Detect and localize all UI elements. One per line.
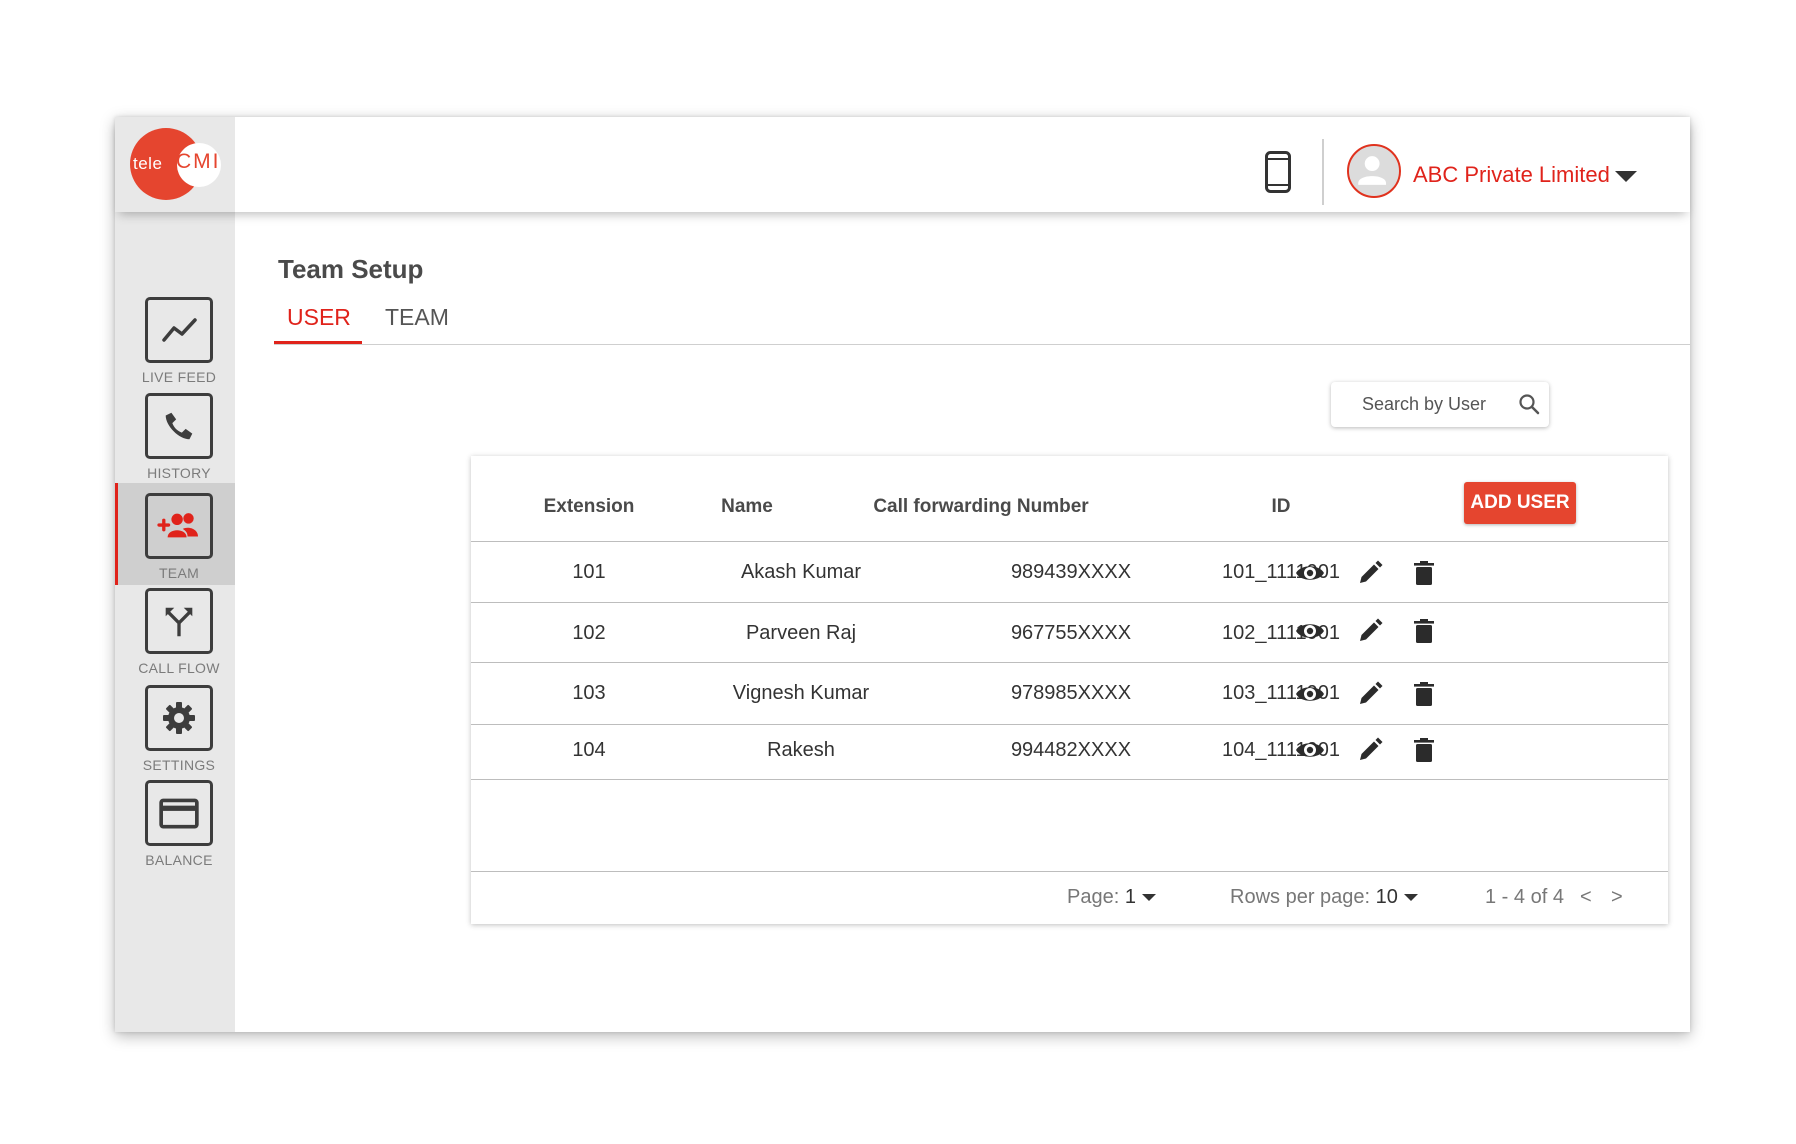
sidebar: LIVE FEED HISTORY TEAM CALL FLOW SETTING…	[115, 212, 235, 1032]
cell-extension: 101	[572, 561, 606, 583]
row-divider	[471, 779, 1668, 780]
cell-id: 101_1111901	[1222, 561, 1340, 583]
column-header-extension: Extension	[543, 496, 635, 517]
edit-icon[interactable]	[1355, 558, 1385, 588]
cell-id: 102_1111901	[1222, 622, 1340, 644]
tab-team[interactable]: TEAM	[385, 304, 449, 331]
header-divider	[1322, 139, 1324, 205]
logo-text-cmi: CMI	[176, 150, 221, 173]
add-group-icon	[145, 493, 213, 559]
phone-icon	[145, 393, 213, 459]
sidebar-item-call-flow[interactable]: CALL FLOW	[115, 588, 235, 690]
chevron-down-icon[interactable]	[1615, 171, 1637, 182]
view-icon[interactable]	[1295, 558, 1325, 588]
table-row: 102 Parveen Raj 967755XXXX 102_1111901	[471, 603, 1668, 663]
app-window: tele CMI ABC Private Limited LIVE FEED H…	[115, 117, 1690, 1032]
add-user-button[interactable]: ADD USER	[1464, 482, 1576, 524]
split-arrow-icon	[145, 588, 213, 654]
cell-forwarding-number: 978985XXXX	[1010, 682, 1132, 704]
logo-area: tele CMI	[115, 117, 235, 212]
cell-forwarding-number: 994482XXXX	[1010, 739, 1132, 761]
sidebar-item-settings[interactable]: SETTINGS	[115, 685, 235, 787]
cell-forwarding-number: 967755XXXX	[1010, 622, 1132, 644]
search-icon[interactable]	[1518, 393, 1540, 415]
pagination-range: 1 - 4 of 4	[1485, 886, 1564, 908]
cell-name: Parveen Raj	[745, 622, 857, 644]
cell-id: 104_1111901	[1222, 739, 1340, 761]
delete-icon[interactable]	[1409, 616, 1439, 646]
sidebar-item-label: SETTINGS	[142, 757, 216, 773]
column-header-id: ID	[1271, 496, 1291, 517]
trend-chart-icon	[145, 297, 213, 363]
view-icon[interactable]	[1295, 735, 1325, 765]
gear-icon	[145, 685, 213, 751]
delete-icon[interactable]	[1409, 558, 1439, 588]
cell-forwarding-number: 989439XXXX	[1010, 561, 1132, 583]
sidebar-item-label: LIVE FEED	[141, 369, 217, 385]
sidebar-item-history[interactable]: HISTORY	[115, 393, 235, 495]
edit-icon[interactable]	[1355, 735, 1385, 765]
cell-name: Rakesh	[767, 739, 835, 761]
tab-user[interactable]: USER	[287, 304, 351, 331]
cell-extension: 104	[572, 739, 606, 761]
card-icon	[145, 780, 213, 846]
sidebar-item-team[interactable]: TEAM	[115, 483, 235, 585]
smartphone-icon[interactable]	[1265, 151, 1291, 193]
column-header-name: Name	[721, 496, 773, 517]
search-input[interactable]: Search by User	[1331, 382, 1549, 427]
page-title: Team Setup	[278, 254, 424, 284]
next-page-button[interactable]: >	[1611, 886, 1623, 909]
edit-icon[interactable]	[1355, 616, 1385, 646]
sidebar-item-label: BALANCE	[145, 852, 213, 868]
sidebar-item-balance[interactable]: BALANCE	[115, 780, 235, 882]
search-placeholder: Search by User	[1362, 394, 1487, 414]
rows-per-page-selector[interactable]: Rows per page: 10	[1230, 886, 1418, 909]
view-icon[interactable]	[1295, 679, 1325, 709]
chevron-down-icon	[1403, 894, 1418, 902]
footer-divider	[471, 871, 1668, 872]
edit-icon[interactable]	[1355, 679, 1385, 709]
cell-extension: 103	[572, 682, 606, 704]
page-selector[interactable]: Page: 1	[1067, 886, 1156, 909]
delete-icon[interactable]	[1409, 679, 1439, 709]
rows-per-page-value: 10	[1375, 886, 1398, 908]
table-row: 103 Vignesh Kumar 978985XXXX 103_1111901	[471, 663, 1668, 723]
top-bar: tele CMI ABC Private Limited	[115, 117, 1690, 212]
sidebar-item-label: CALL FLOW	[138, 660, 220, 676]
logo-text-tele: tele	[133, 154, 163, 173]
sidebar-item-live-feed[interactable]: LIVE FEED	[115, 297, 235, 399]
column-header-forwarding: Call forwarding Number	[873, 496, 1089, 517]
page-value: 1	[1124, 886, 1136, 908]
company-name[interactable]: ABC Private Limited	[1413, 162, 1610, 188]
sidebar-item-label: TEAM	[158, 565, 200, 581]
cell-name: Akash Kumar	[740, 561, 862, 583]
sidebar-item-label: HISTORY	[147, 465, 211, 481]
users-table: Extension Name Call forwarding Number ID…	[471, 456, 1668, 924]
rows-per-page-label: Rows per page:	[1230, 886, 1371, 908]
view-icon[interactable]	[1295, 616, 1325, 646]
user-avatar-icon[interactable]	[1347, 144, 1401, 198]
cell-extension: 102	[572, 622, 606, 644]
chevron-down-icon	[1141, 894, 1156, 902]
table-row: 104 Rakesh 994482XXXX 104_1111901	[471, 725, 1668, 785]
page-label: Page:	[1067, 886, 1120, 908]
tabs-divider	[274, 344, 1690, 345]
cell-id: 103_1111901	[1222, 682, 1340, 704]
table-row: 101 Akash Kumar 989439XXXX 101_1111901	[471, 542, 1668, 602]
prev-page-button[interactable]: <	[1580, 886, 1592, 909]
main-content: Team Setup USER TEAM Search by User Exte…	[235, 212, 1690, 1032]
cell-name: Vignesh Kumar	[732, 682, 870, 704]
delete-icon[interactable]	[1409, 735, 1439, 765]
